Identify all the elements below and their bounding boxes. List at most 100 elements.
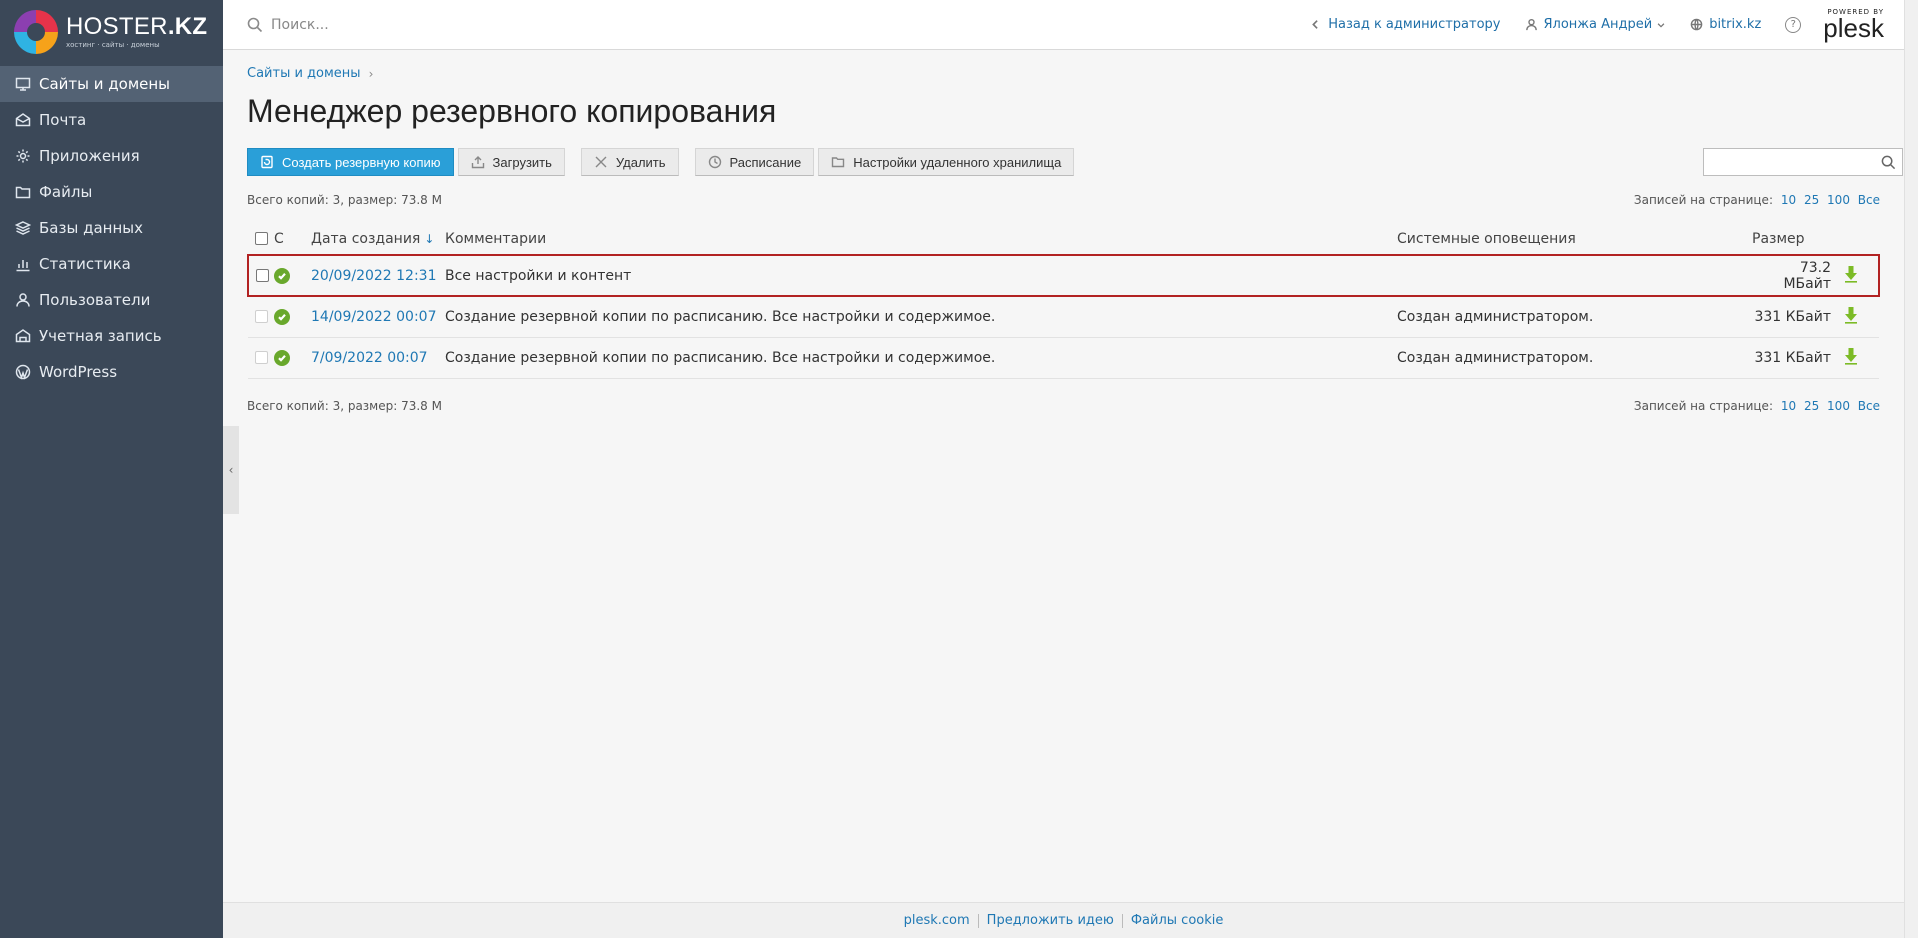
global-search	[247, 16, 847, 33]
comments-column-header: Комментарии	[445, 223, 1397, 256]
upload-icon	[471, 156, 484, 169]
per-page-25[interactable]: 25	[1804, 399, 1819, 413]
user-menu[interactable]: Ялонжа Андрей	[1525, 17, 1667, 32]
row-checkbox[interactable]	[256, 269, 269, 282]
per-page-100[interactable]: 100	[1827, 399, 1850, 413]
breadcrumb-chevron-icon: ›	[368, 66, 374, 81]
sidebar-nav: Сайты и домены Почта Приложения Файлы Ба…	[0, 66, 223, 390]
database-icon	[14, 219, 32, 237]
status-column-header[interactable]: С	[274, 223, 311, 256]
breadcrumb: Сайты и домены ›	[247, 66, 1903, 81]
backup-comment: Все настройки и контент	[445, 254, 1397, 297]
logo-tagline: хостинг · сайты · домены	[66, 41, 160, 49]
gear-icon	[14, 147, 32, 165]
footer-link-cookies[interactable]: Файлы cookie	[1123, 913, 1232, 928]
upload-button[interactable]: Загрузить	[457, 148, 565, 176]
hoster-logo[interactable]: HOSTER.KZ хостинг · сайты · домены	[0, 0, 223, 64]
per-page-25[interactable]: 25	[1804, 193, 1819, 207]
sidebar-item-label: WordPress	[39, 363, 118, 381]
main-content: Сайты и домены › Менеджер резервного коп…	[223, 50, 1904, 902]
date-column-header[interactable]: Дата создания ↓	[311, 223, 445, 256]
global-search-input[interactable]	[271, 16, 771, 33]
backup-icon	[261, 155, 273, 169]
monitor-icon	[14, 75, 32, 93]
backup-comment: Создание резервной копии по расписанию. …	[445, 296, 1397, 338]
notifications-column-header: Системные оповещения	[1397, 223, 1752, 256]
back-to-admin-link[interactable]: Назад к администратору	[1309, 17, 1501, 32]
topbar: Назад к администратору Ялонжа Андрей bit…	[223, 0, 1904, 50]
backup-size: 73.2 МБайт	[1752, 254, 1843, 297]
backup-size: 331 КБайт	[1752, 296, 1843, 338]
download-icon[interactable]	[1843, 265, 1859, 287]
success-check-icon	[274, 267, 290, 284]
backup-total: Всего копий: 3, размер: 73.8 M	[247, 398, 442, 413]
sidebar: HOSTER.KZ хостинг · сайты · домены Сайты…	[0, 0, 223, 938]
sidebar-item-label: Статистика	[39, 255, 131, 273]
per-page-10[interactable]: 10	[1781, 193, 1796, 207]
search-icon	[247, 17, 263, 32]
per-page-10[interactable]: 10	[1781, 399, 1796, 413]
per-page-selector: Записей на странице: 10 25 100 Все	[1633, 398, 1880, 413]
sidebar-collapse-handle[interactable]: ‹	[223, 426, 239, 514]
per-page-all[interactable]: Все	[1858, 193, 1880, 207]
sidebar-item-label: Приложения	[39, 147, 140, 165]
sidebar-item-users[interactable]: Пользователи	[0, 282, 223, 318]
clock-icon	[708, 155, 721, 169]
size-column-header[interactable]: Размер	[1752, 223, 1843, 256]
per-page-100[interactable]: 100	[1827, 193, 1850, 207]
backup-notification	[1397, 254, 1752, 297]
summary-row-bottom: Всего копий: 3, размер: 73.8 M Записей н…	[247, 399, 1880, 415]
sidebar-item-mail[interactable]: Почта	[0, 102, 223, 138]
sidebar-item-label: Почта	[39, 111, 87, 129]
sidebar-item-label: Базы данных	[39, 219, 143, 237]
delete-button[interactable]: Удалить	[580, 148, 679, 176]
create-backup-button[interactable]: Создать резервную копию	[247, 148, 454, 176]
backup-notification: Создан администратором.	[1397, 296, 1752, 338]
sidebar-item-sites-domains[interactable]: Сайты и домены	[0, 66, 223, 102]
download-icon[interactable]	[1843, 306, 1859, 328]
sidebar-item-databases[interactable]: Базы данных	[0, 210, 223, 246]
globe-icon	[1690, 18, 1703, 31]
backup-date-link[interactable]: 7/09/2022 00:07	[311, 350, 428, 366]
table-row[interactable]: 7/09/2022 00:07 Создание резервной копии…	[248, 337, 1879, 379]
sidebar-item-account[interactable]: Учетная запись	[0, 318, 223, 354]
backup-date-link[interactable]: 14/09/2022 00:07	[311, 309, 437, 325]
domain-link[interactable]: bitrix.kz	[1690, 17, 1761, 32]
wordpress-icon	[14, 363, 32, 381]
backup-date-link[interactable]: 20/09/2022 12:31	[311, 268, 437, 284]
backup-comment: Создание резервной копии по расписанию. …	[445, 337, 1397, 379]
download-icon[interactable]	[1843, 347, 1859, 369]
sidebar-item-applications[interactable]: Приложения	[0, 138, 223, 174]
chevron-left-icon	[1312, 20, 1318, 29]
sidebar-item-label: Учетная запись	[39, 327, 162, 345]
table-row[interactable]: 20/09/2022 12:31 Все настройки и контент…	[247, 254, 1880, 297]
table-search-input[interactable]	[1703, 148, 1903, 176]
backup-size: 331 КБайт	[1752, 337, 1843, 379]
sidebar-item-label: Пользователи	[39, 291, 151, 309]
sidebar-item-files[interactable]: Файлы	[0, 174, 223, 210]
row-checkbox[interactable]	[255, 351, 268, 364]
footer-link-suggest-idea[interactable]: Предложить идею	[979, 913, 1122, 928]
sidebar-item-statistics[interactable]: Статистика	[0, 246, 223, 282]
chevron-left-icon: ‹	[228, 463, 234, 477]
remote-storage-settings-button[interactable]: Настройки удаленного хранилища	[818, 148, 1075, 176]
select-all-checkbox[interactable]	[255, 232, 268, 245]
breadcrumb-sites-domains[interactable]: Сайты и домены	[247, 66, 361, 81]
search-icon[interactable]	[1881, 155, 1896, 170]
summary-row-top: Всего копий: 3, размер: 73.8 M Записей н…	[247, 193, 1880, 209]
account-icon	[14, 327, 32, 345]
help-icon[interactable]: ?	[1785, 16, 1802, 33]
page-title: Менеджер резервного копирования	[247, 93, 777, 129]
table-header: С Дата создания ↓ Комментарии Системные о…	[248, 223, 1879, 256]
toolbar: Создать резервную копию Загрузить Удалит…	[247, 148, 1903, 176]
chart-icon	[14, 255, 32, 273]
per-page-all[interactable]: Все	[1858, 399, 1880, 413]
footer-link-plesk[interactable]: plesk.com	[896, 913, 978, 928]
sidebar-item-wordpress[interactable]: WordPress	[0, 354, 223, 390]
schedule-button[interactable]: Расписание	[694, 148, 815, 176]
plesk-logo: POWERED BY plesk	[1823, 7, 1884, 43]
folder-icon	[14, 183, 32, 201]
scrollbar[interactable]	[1904, 0, 1918, 938]
row-checkbox[interactable]	[255, 310, 268, 324]
table-row[interactable]: 14/09/2022 00:07 Создание резервной копи…	[248, 296, 1879, 338]
